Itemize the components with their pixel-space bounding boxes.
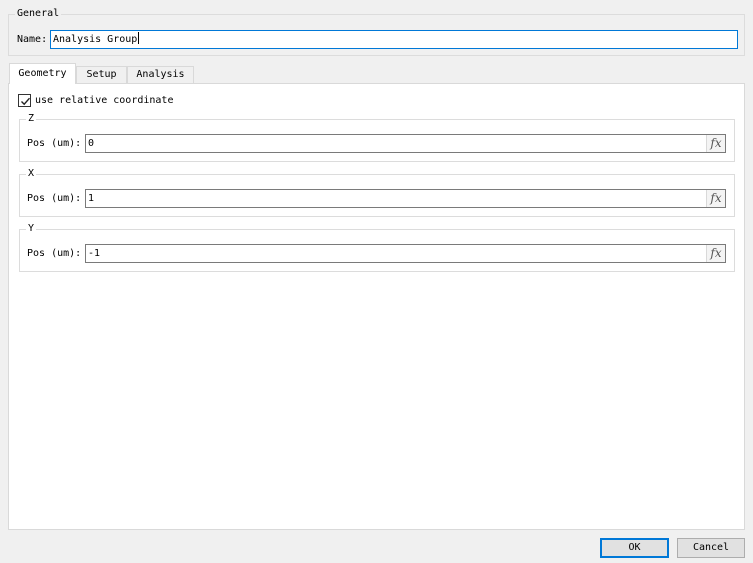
z-group-title: Z — [26, 113, 37, 125]
y-pos-label: Pos (um): — [27, 248, 82, 259]
tab-analysis-label: Analysis — [136, 69, 185, 80]
check-icon — [21, 97, 31, 106]
ok-button[interactable]: OK — [600, 538, 669, 558]
y-group: Y Pos (um): -1 fx — [19, 223, 735, 272]
z-pos-value: 0 — [88, 138, 95, 149]
x-group-title: X — [26, 168, 37, 180]
tab-setup[interactable]: Setup — [76, 66, 127, 83]
z-group: Z Pos (um): 0 fx — [19, 113, 735, 162]
z-pos-input[interactable]: 0 fx — [85, 134, 726, 153]
name-label: Name: — [17, 34, 48, 45]
y-group-title: Y — [26, 223, 37, 235]
cancel-button[interactable]: Cancel — [677, 538, 745, 558]
x-group: X Pos (um): 1 fx — [19, 168, 735, 217]
relative-coordinate-label[interactable]: use relative coordinate — [35, 94, 173, 108]
x-pos-value: 1 — [88, 193, 95, 204]
name-input-value: Analysis Group — [53, 34, 138, 45]
x-pos-input[interactable]: 1 fx — [85, 189, 726, 208]
tab-analysis[interactable]: Analysis — [127, 66, 194, 83]
x-pos-label: Pos (um): — [27, 193, 82, 204]
z-pos-label: Pos (um): — [27, 138, 82, 149]
name-input[interactable]: Analysis Group — [50, 30, 738, 49]
tab-geometry-label: Geometry — [18, 68, 67, 79]
fx-icon[interactable]: fx — [706, 245, 725, 262]
geometry-panel: use relative coordinate Z Pos (um): 0 fx… — [8, 83, 745, 530]
y-pos-input[interactable]: -1 fx — [85, 244, 726, 263]
y-pos-value: -1 — [88, 248, 101, 259]
tab-setup-label: Setup — [86, 69, 117, 80]
fx-icon[interactable]: fx — [706, 135, 725, 152]
text-caret — [138, 32, 140, 44]
ok-button-label: OK — [628, 542, 641, 553]
fx-icon[interactable]: fx — [706, 190, 725, 207]
tab-geometry[interactable]: Geometry — [9, 63, 76, 84]
cancel-button-label: Cancel — [692, 542, 730, 553]
general-group-title: General — [15, 8, 62, 20]
relative-coordinate-checkbox[interactable] — [18, 94, 31, 107]
